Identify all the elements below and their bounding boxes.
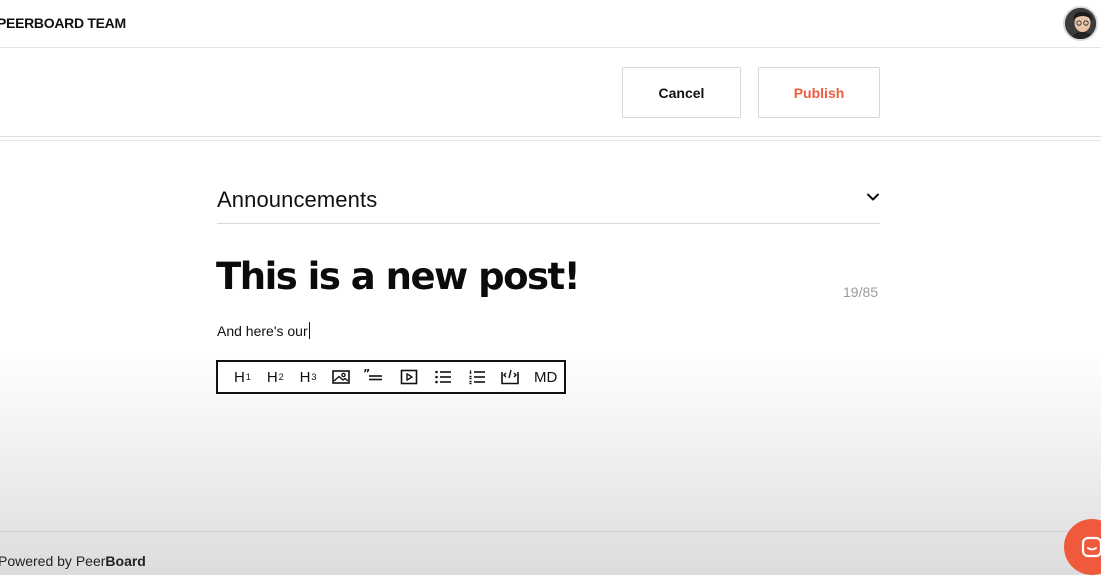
quote-icon: ” „ [363,368,387,386]
publish-button[interactable]: Publish [758,67,880,118]
formatting-toolbar: H1 H2 H3 ” „ MD [216,360,566,394]
embed-video-button[interactable] [392,362,426,392]
user-avatar[interactable] [1063,6,1098,41]
chat-launcher-button[interactable] [1064,519,1101,575]
heading-3-level: 3 [311,372,317,382]
markdown-toggle-button[interactable]: MD [527,362,564,392]
action-bar [0,49,1101,137]
post-body-text: And here's our [217,323,308,339]
brand-name[interactable]: PEERBOARD TEAM [0,15,126,31]
heading-3-label: H [299,368,311,386]
bullet-list-button[interactable] [426,362,460,392]
heading-2-label: H [266,368,278,386]
numbered-list-icon [469,370,485,385]
powered-by-brand: Board [105,553,146,569]
heading-3-button[interactable]: H3 [292,362,325,392]
heading-1-label: H [233,368,245,386]
category-select[interactable]: Announcements [217,176,880,224]
post-title-input[interactable]: This is a new post! [216,255,581,298]
text-cursor [308,322,310,339]
bullet-list-icon [434,370,451,384]
code-block-button[interactable] [493,362,527,392]
footer-divider [0,531,1101,532]
top-bar: PEERBOARD TEAM [0,0,1101,48]
heading-2-level: 2 [278,372,284,382]
powered-by-prefix: Powered by Peer [0,553,106,569]
quote-button[interactable]: ” „ [358,362,392,392]
numbered-list-button[interactable] [460,362,494,392]
category-label: Announcements [217,186,378,212]
svg-text:”: ” [363,368,370,380]
heading-1-level: 1 [245,372,251,382]
chevron-down-icon [866,190,880,209]
powered-by-footer[interactable]: Powered by PeerBoard [0,553,146,569]
image-icon [332,370,351,384]
cancel-button[interactable]: Cancel [622,67,741,118]
svg-text:„: „ [380,378,387,386]
title-char-counter: 19/85 [843,284,879,300]
chat-icon [1081,536,1101,558]
heading-2-button[interactable]: H2 [259,362,292,392]
video-icon [400,369,418,385]
divider [0,140,1101,141]
avatar-image [1065,8,1096,39]
insert-image-button[interactable] [324,362,358,392]
post-body-editor[interactable]: And here's our [217,322,310,339]
code-icon [501,369,520,385]
heading-1-button[interactable]: H1 [226,362,259,392]
